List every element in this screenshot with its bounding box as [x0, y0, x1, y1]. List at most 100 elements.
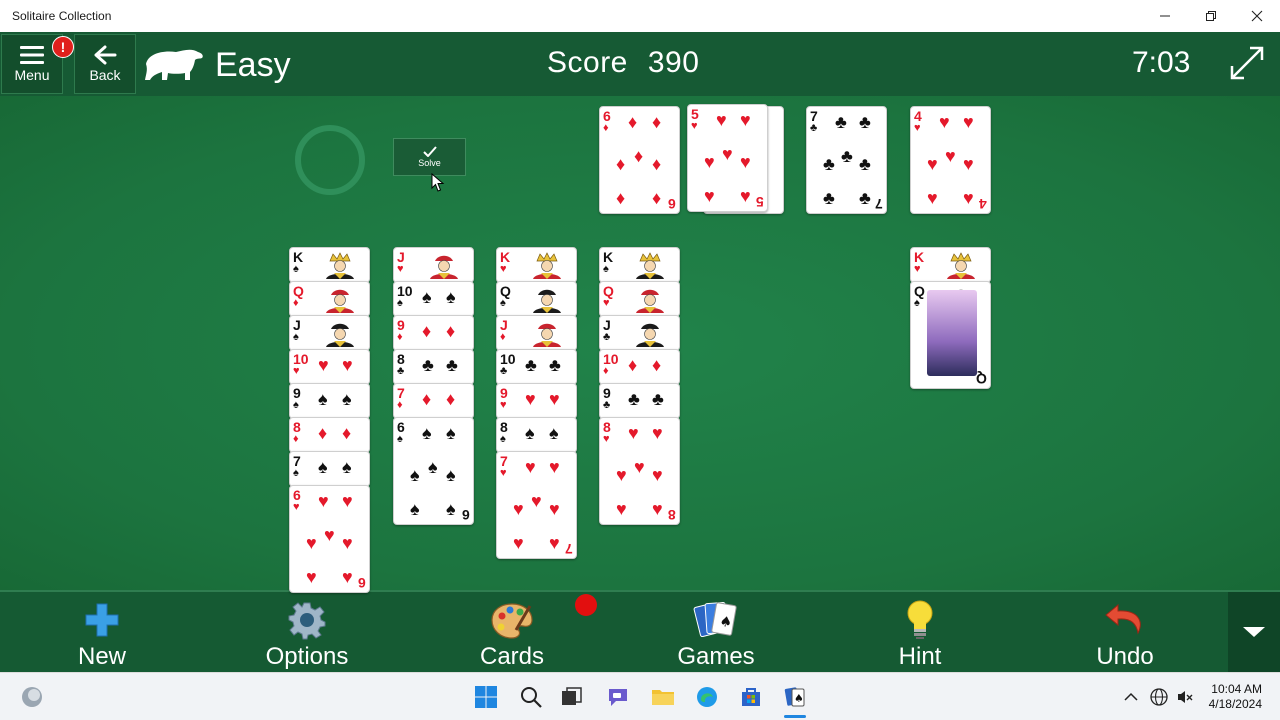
- tableau-card[interactable]: Q ♠: [496, 281, 577, 317]
- chevron-down-icon: [1243, 627, 1265, 637]
- tableau-card[interactable]: 7 ♠ ♠ ♠: [289, 451, 370, 487]
- card-pip-icon: ♠: [318, 389, 328, 409]
- widgets-icon[interactable]: [18, 683, 46, 711]
- tableau-card[interactable]: 10 ♣ ♣ ♣: [496, 349, 577, 385]
- tableau-card[interactable]: 6 ♥ ♥ ♥ ♥ ♥ ♥ ♥ ♥ 6: [289, 485, 370, 593]
- new-game-button[interactable]: New: [37, 592, 167, 672]
- start-icon[interactable]: [472, 683, 500, 711]
- card-suit-icon: ♥: [603, 433, 610, 445]
- tableau-card[interactable]: 8 ♣ ♣ ♣: [393, 349, 474, 385]
- card-rank: 4: [914, 108, 922, 124]
- card-rank: 8: [500, 419, 508, 435]
- card-pip-icon: ♦: [616, 188, 626, 208]
- tableau-card[interactable]: 7 ♦ ♦ ♦: [393, 383, 474, 419]
- card-rank: 5: [691, 106, 699, 122]
- side-pile-card[interactable]: Q ♠ Q: [910, 281, 991, 389]
- foundation-card[interactable]: 5 ♥ ♥ ♥ ♥ ♥ ♥ ♥ ♥ 5: [687, 104, 768, 212]
- tableau-card[interactable]: J ♦: [496, 315, 577, 351]
- tableau-card[interactable]: 6 ♠ ♠ ♠ ♠ ♠ ♠ ♠ ♠ 6: [393, 417, 474, 525]
- card-rank: J: [293, 317, 301, 333]
- card-rank: Q: [914, 283, 925, 299]
- card-suit-icon: ♥: [500, 467, 507, 479]
- card-deck-icon: ♠: [693, 601, 737, 638]
- window-title: Solitaire Collection: [12, 9, 112, 23]
- card-rank: Q: [500, 283, 511, 299]
- tableau-card[interactable]: 9 ♦ ♦ ♦: [393, 315, 474, 351]
- chevron-up-icon[interactable]: [1117, 683, 1145, 711]
- search-icon[interactable]: [517, 683, 545, 711]
- checkmark-icon: [422, 146, 437, 157]
- tableau-card[interactable]: J ♥: [393, 247, 474, 283]
- system-clock[interactable]: 10:04 AM 4/18/2024: [1209, 682, 1262, 712]
- card-pip-icon: ♠: [410, 465, 420, 485]
- card-rank: 10: [397, 283, 413, 299]
- tableau-card[interactable]: 8 ♦ ♦ ♦: [289, 417, 370, 453]
- solve-button[interactable]: Solve: [393, 138, 466, 176]
- fullscreen-icon[interactable]: [1228, 44, 1266, 82]
- tableau-card[interactable]: K ♠: [599, 247, 680, 283]
- card-rank: 9: [603, 385, 611, 401]
- card-pip-icon: ♠: [446, 287, 456, 307]
- cards-button[interactable]: Cards: [447, 592, 577, 672]
- tableau-card[interactable]: K ♠: [289, 247, 370, 283]
- card-pip-icon: ♥: [652, 499, 663, 519]
- window-title-bar: Solitaire Collection: [0, 0, 1280, 32]
- foundation-card[interactable]: 4 ♥ ♥ ♥ ♥ ♥ ♥ ♥ ♥ 4: [910, 106, 991, 214]
- chat-icon[interactable]: [604, 683, 632, 711]
- minimize-button[interactable]: [1142, 0, 1188, 32]
- foundation-card[interactable]: 6 ♦ ♦ ♦ ♦ ♦ ♦ ♦ ♦ 6: [599, 106, 680, 214]
- tableau-card[interactable]: 9 ♠ ♠ ♠: [289, 383, 370, 419]
- tableau-card[interactable]: 9 ♣ ♣ ♣: [599, 383, 680, 419]
- card-pip-icon: ♠: [342, 389, 352, 409]
- back-button[interactable]: Back: [74, 34, 136, 94]
- tableau-card[interactable]: 8 ♠ ♠ ♠: [496, 417, 577, 453]
- toolbar-expand-button[interactable]: [1228, 592, 1280, 672]
- card-suit-icon: ♣: [397, 365, 405, 377]
- card-pip-icon: ♥: [342, 355, 353, 375]
- tableau-card[interactable]: 10 ♥ ♥ ♥: [289, 349, 370, 385]
- tableau-card[interactable]: 10 ♠ ♠ ♠: [393, 281, 474, 317]
- card-pip-icon: ♥: [513, 533, 524, 553]
- tableau-card[interactable]: 8 ♥ ♥ ♥ ♥ ♥ ♥ ♥ ♥ 8: [599, 417, 680, 525]
- restore-button[interactable]: [1188, 0, 1234, 32]
- tableau-card[interactable]: 10 ♦ ♦ ♦: [599, 349, 680, 385]
- card-pip-icon: ♦: [342, 423, 352, 443]
- card-pip-icon: ♥: [549, 389, 560, 409]
- card-rank: 9: [397, 317, 405, 333]
- card-pip-icon: ♣: [525, 355, 537, 375]
- task-view-icon[interactable]: [558, 683, 586, 711]
- card-rank-corner: 8: [668, 507, 676, 523]
- hint-button[interactable]: Hint: [855, 592, 985, 672]
- file-explorer-icon[interactable]: [649, 683, 677, 711]
- card-suit-icon: ♦: [397, 331, 403, 343]
- card-pip-icon: ♣: [652, 389, 664, 409]
- score-value: 390: [647, 46, 700, 79]
- solitaire-app-icon[interactable]: ♠: [781, 683, 809, 711]
- card-pip-icon: ♥: [740, 186, 751, 206]
- tableau-card[interactable]: 9 ♥ ♥ ♥: [496, 383, 577, 419]
- tableau-card[interactable]: Q ♦: [289, 281, 370, 317]
- card-pip-icon: ♦: [628, 112, 638, 132]
- foundation-card[interactable]: 7 ♣ ♣ ♣ ♣ ♣ ♣ ♣ ♣ 7: [806, 106, 887, 214]
- undo-button[interactable]: Undo: [1060, 592, 1190, 672]
- card-pip-icon: ♠: [342, 457, 352, 477]
- side-pile-card[interactable]: K ♥: [910, 247, 991, 283]
- options-button[interactable]: Options: [242, 592, 372, 672]
- edge-browser-icon[interactable]: [693, 683, 721, 711]
- card-rank: 7: [500, 453, 508, 469]
- tableau-card[interactable]: J ♠: [289, 315, 370, 351]
- tableau-card[interactable]: Q ♥: [599, 281, 680, 317]
- store-icon[interactable]: [737, 683, 765, 711]
- language-globe-icon[interactable]: [1145, 683, 1173, 711]
- tableau-card[interactable]: J ♣: [599, 315, 680, 351]
- card-suit-icon: ♠: [293, 331, 299, 343]
- close-button[interactable]: [1234, 0, 1280, 32]
- tableau-card[interactable]: 7 ♥ ♥ ♥ ♥ ♥ ♥ ♥ ♥ 7: [496, 451, 577, 559]
- card-pip-icon: ♠: [318, 457, 328, 477]
- games-button[interactable]: ♠ Games: [651, 592, 781, 672]
- card-suit-icon: ♠: [500, 297, 506, 309]
- volume-muted-icon[interactable]: [1171, 683, 1199, 711]
- card-rank: 10: [603, 351, 619, 367]
- tableau-card[interactable]: K ♥: [496, 247, 577, 283]
- card-suit-icon: ♠: [293, 263, 299, 275]
